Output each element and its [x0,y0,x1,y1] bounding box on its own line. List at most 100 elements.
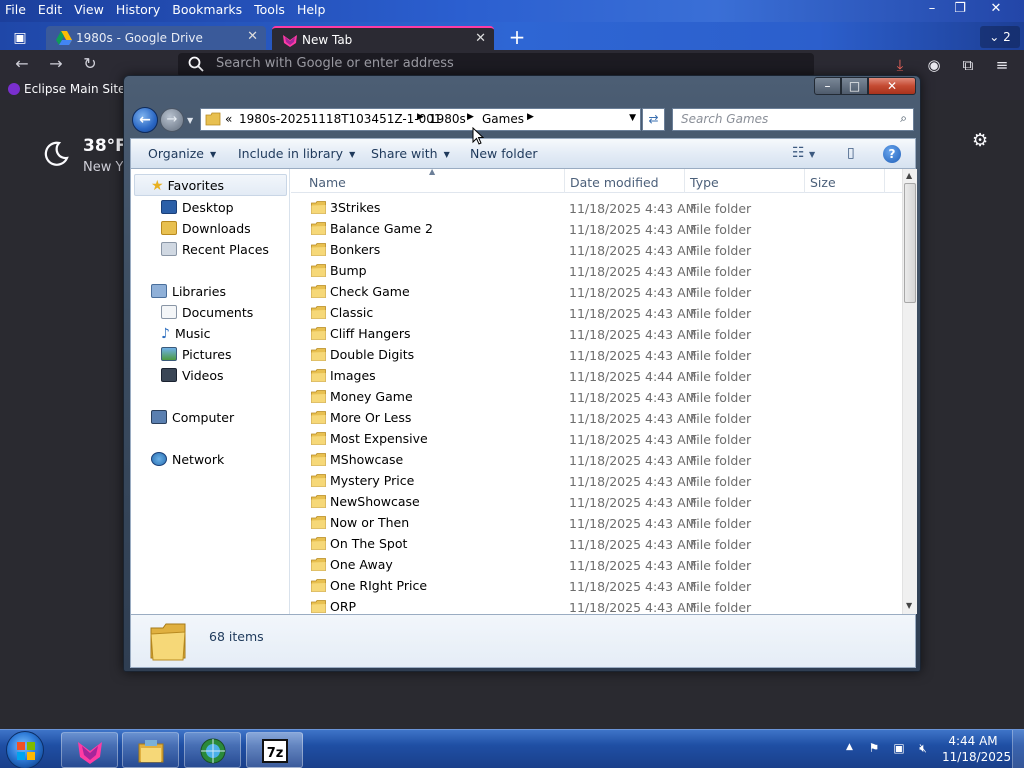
file-row[interactable]: MShowcase 11/18/2025 4:43 AM File folder [291,450,902,471]
menu-file[interactable]: File [0,0,32,17]
nav-pictures[interactable]: Pictures [161,347,232,362]
reload-icon[interactable]: ↻ [78,53,102,75]
download-icon[interactable]: ⤓ [888,54,912,76]
nav-downloads[interactable]: Downloads [161,221,251,236]
show-desktop-button[interactable] [1012,730,1024,768]
column-date-modified[interactable]: Date modified [570,175,659,190]
extensions-icon[interactable]: ⧉ [956,54,980,76]
share-with-button[interactable]: Share with ▼ [371,146,450,161]
nav-desktop[interactable]: Desktop [161,200,234,215]
maximize-button[interactable]: □ [841,77,868,95]
vertical-scrollbar[interactable]: ▲ ▼ [902,169,917,614]
file-row[interactable]: Now or Then 11/18/2025 4:43 AM File folder [291,513,902,534]
menu-help[interactable]: Help [291,0,332,17]
close-button[interactable]: ✕ [868,77,916,95]
refresh-icon[interactable]: ⇄ [642,108,665,131]
history-dropdown-icon[interactable]: ▼ [187,116,193,125]
new-folder-button[interactable]: New folder [470,146,538,161]
start-button[interactable] [6,731,44,768]
preview-pane-icon[interactable]: ▯ [847,145,855,161]
nav-computer[interactable]: Computer [151,410,234,425]
file-row[interactable]: Cliff Hangers 11/18/2025 4:43 AM File fold… [291,324,902,345]
back-arrow-icon[interactable]: ← [132,107,158,133]
breadcrumb-root[interactable]: 1980s-20251118T103451Z-1-001 [239,112,442,126]
column-divider[interactable] [564,169,565,193]
breadcrumb-1980s[interactable]: 1980s [429,112,466,126]
file-row[interactable]: Images 11/18/2025 4:44 AM File folder [291,366,902,387]
column-divider[interactable] [804,169,805,193]
file-row[interactable]: One RIght Price 11/18/2025 4:43 AM File fo… [291,576,902,597]
tab-new-tab[interactable]: New Tab ✕ [272,26,494,50]
scroll-down-icon[interactable]: ▼ [906,601,912,610]
file-row[interactable]: Check Game 11/18/2025 4:43 AM File folder [291,282,902,303]
back-icon[interactable]: ← [10,53,34,75]
file-row[interactable]: Double Digits 11/18/2025 4:43 AM File fold… [291,345,902,366]
scroll-up-icon[interactable]: ▲ [906,171,912,180]
hamburger-menu-icon[interactable]: ≡ [990,54,1014,76]
file-row[interactable]: More Or Less 11/18/2025 4:43 AM File folde… [291,408,902,429]
new-tab-button[interactable]: + [505,26,529,48]
column-divider[interactable] [684,169,685,193]
file-row[interactable]: Bump 11/18/2025 4:43 AM File folder [291,261,902,282]
nav-videos[interactable]: Videos [161,368,224,383]
nav-music[interactable]: ♪ Music [161,326,211,342]
column-name[interactable]: Name [309,175,346,190]
taskbar-file-explorer[interactable] [122,732,179,768]
firefox-view-icon[interactable]: ▣ [6,27,34,49]
browser-restore-button[interactable]: ❐ [946,0,974,18]
url-bar[interactable]: Search with Google or enter address [178,53,814,77]
action-center-icon[interactable]: ⚑ [866,741,882,757]
breadcrumb-overflow[interactable]: « [225,112,232,126]
chevron-down-icon[interactable]: ▼ [629,113,636,123]
gear-icon[interactable]: ⚙ [972,130,988,151]
taskbar-7zip[interactable]: 7z [246,732,303,768]
file-row[interactable]: NewShowcase 11/18/2025 4:43 AM File folder [291,492,902,513]
search-icon[interactable]: ⌕ [900,111,907,126]
close-icon[interactable]: ✕ [475,31,486,46]
search-input[interactable]: Search Games ⌕ [672,108,914,131]
nav-recent-places[interactable]: Recent Places [161,242,269,257]
nav-network[interactable]: Network [151,452,224,467]
browser-close-button[interactable]: ✕ [982,0,1010,18]
column-type[interactable]: Type [690,175,719,190]
scrollbar-thumb[interactable] [904,183,916,303]
chevron-right-icon[interactable]: ▶ [527,112,534,122]
browser-minimize-button[interactable]: – [918,0,946,18]
include-in-library-button[interactable]: Include in library ▼ [238,146,355,161]
nav-favorites[interactable]: ★ Favorites [151,178,224,194]
file-row[interactable]: Balance Game 2 11/18/2025 4:43 AM File fol… [291,219,902,240]
menu-history[interactable]: History [110,0,166,17]
taskbar-network-app[interactable] [184,732,241,768]
close-icon[interactable]: ✕ [247,29,258,44]
file-row[interactable]: ORP 11/18/2025 4:43 AM File folder [291,597,902,614]
chevron-right-icon[interactable]: ▶ [467,112,474,122]
forward-arrow-icon[interactable]: → [160,108,184,132]
file-row[interactable]: Most Expensive 11/18/2025 4:43 AM File fol… [291,429,902,450]
view-options-icon[interactable]: ☷ ▼ [792,145,815,161]
system-clock[interactable]: 4:44 AM 11/18/2025 [942,733,1011,765]
file-row[interactable]: Mystery Price 11/18/2025 4:43 AM File fold… [291,471,902,492]
tab-count-badge[interactable]: ⌄ 2 [980,26,1020,48]
address-bar[interactable]: « 1980s-20251118T103451Z-1-001 ▶ 1980s ▶… [200,108,641,131]
nav-libraries[interactable]: Libraries [151,284,226,299]
column-divider[interactable] [884,169,885,193]
chevron-right-icon[interactable]: ▶ [417,112,424,122]
menu-view[interactable]: View [68,0,110,17]
file-row[interactable]: Money Game 11/18/2025 4:43 AM File folder [291,387,902,408]
show-hidden-icons-icon[interactable]: ▲ [846,742,853,752]
breadcrumb-games[interactable]: Games [482,112,524,126]
forward-icon[interactable]: → [44,53,68,75]
tab-google-drive[interactable]: 1980s - Google Drive ✕ [46,26,266,50]
file-row[interactable]: On The Spot 11/18/2025 4:43 AM File folder [291,534,902,555]
network-status-icon[interactable]: ▣ [891,741,907,757]
menu-bookmarks[interactable]: Bookmarks [166,0,248,17]
menu-edit[interactable]: Edit [32,0,68,17]
taskbar-firefox[interactable] [61,732,118,768]
file-row[interactable]: One Away 11/18/2025 4:43 AM File folder [291,555,902,576]
volume-muted-icon[interactable]: 🔇︎ [915,741,931,757]
account-icon[interactable]: ◉ [922,54,946,76]
nav-documents[interactable]: Documents [161,305,253,320]
file-row[interactable]: 3Strikes 11/18/2025 4:43 AM File folder [291,198,902,219]
menu-tools[interactable]: Tools [248,0,291,17]
help-icon[interactable]: ? [883,145,901,163]
